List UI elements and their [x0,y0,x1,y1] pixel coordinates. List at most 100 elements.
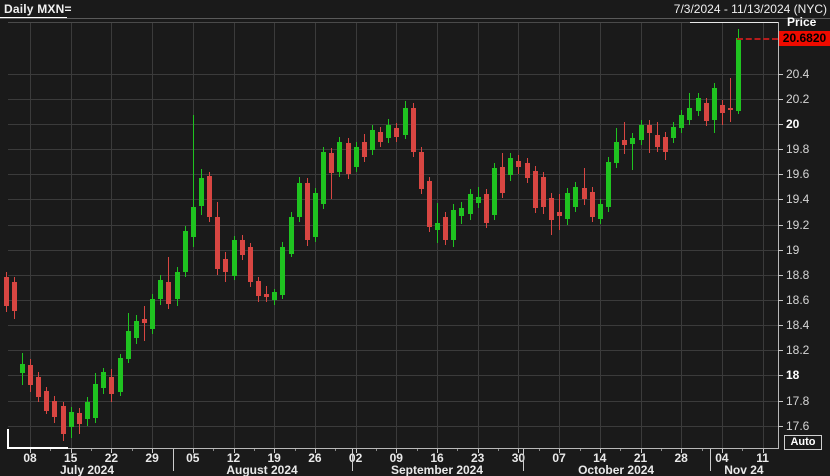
time-minor-tick [50,449,51,451]
time-minor-tick [661,449,662,451]
candle [362,142,367,157]
candle [240,240,245,255]
price-axis-title: Price [787,15,816,29]
candle [134,321,139,337]
candle [248,247,253,282]
candle [533,171,538,209]
candle-wick [144,306,145,341]
candle [435,223,440,229]
month-label: July 2024 [60,463,114,476]
time-tick-label: 07 [552,451,565,465]
time-tick-label: 29 [145,451,158,465]
month-label: Nov 24 [724,463,763,476]
gridline-vertical [641,22,642,449]
candle [427,181,432,228]
gridline-vertical [396,22,397,449]
plot-top-border-bright [690,22,778,23]
candle [614,142,619,163]
time-minor-tick [539,449,540,451]
time-minor-tick [742,449,743,451]
candle [394,128,399,137]
candle [541,177,546,207]
time-minor-tick [295,449,296,451]
candle [52,401,57,417]
auto-scale-button[interactable]: Auto [784,435,822,450]
candle [492,168,497,215]
time-tick-label: 26 [308,451,321,465]
gridline-vertical [600,22,601,449]
candle [61,406,66,435]
gridline-vertical [478,22,479,449]
candle [305,183,310,240]
gridline-horizontal [8,99,778,100]
price-chart[interactable]: 20.420.22019.819.619.419.21918.818.618.4… [0,19,830,476]
time-minor-tick [498,449,499,451]
gridline-horizontal [8,300,778,301]
candle [183,231,188,273]
price-tick-label: 18.8 [786,268,809,282]
month-separator [173,449,174,471]
candle [142,319,147,323]
price-tick-mark [778,426,783,427]
candle [655,135,660,146]
candle [606,162,611,207]
candle [451,210,456,240]
price-tick-mark [778,325,783,326]
candle-wick [624,122,625,155]
month-separator [352,449,353,471]
candle [346,143,351,174]
time-minor-tick [702,449,703,451]
price-tick-mark [778,74,783,75]
candle [36,377,41,397]
candle [232,240,237,277]
scale-corner-horizontal [7,447,68,449]
candle-wick [730,78,731,122]
candle [411,108,416,152]
candle [337,142,342,172]
candle [118,358,123,392]
time-tick-label: 08 [23,451,36,465]
gridline-vertical [356,22,357,449]
candle [223,259,228,273]
price-tick-mark [778,250,783,251]
candle [289,217,294,254]
candle [297,183,302,217]
gridline-horizontal [8,74,778,75]
price-tick-mark [778,300,783,301]
candle [93,384,98,418]
candle [598,204,603,219]
price-tick-mark [778,375,783,376]
gridline-vertical [559,22,560,449]
candle [166,282,171,303]
candle [468,194,473,214]
candle [199,178,204,206]
date-range: 7/3/2024 - 11/13/2024 (NYC) [674,2,827,16]
candle [109,377,114,395]
chart-window: Daily MXN= 7/3/2024 - 11/13/2024 (NYC) 2… [0,0,830,476]
time-tick-label: 28 [675,451,688,465]
month-separator [710,449,711,471]
candle [386,125,391,138]
candle [256,281,261,296]
price-tick-mark [778,124,783,125]
candle [215,217,220,269]
candle [313,193,318,237]
price-tick-label: 18.4 [786,318,809,332]
candle [370,130,375,150]
time-minor-tick [417,449,418,451]
candle [671,127,676,138]
time-minor-tick [376,449,377,451]
gridline-horizontal [8,426,778,427]
candle-wick [722,100,723,125]
candle [158,280,163,299]
gridline-horizontal [8,174,778,175]
time-minor-tick [620,449,621,451]
candle [582,188,587,199]
time-minor-tick [580,449,581,451]
month-label: September 2024 [391,463,483,476]
price-tick-mark [778,275,783,276]
candle [175,272,180,298]
candle [443,217,448,240]
candle [191,207,196,237]
candle [647,125,652,133]
